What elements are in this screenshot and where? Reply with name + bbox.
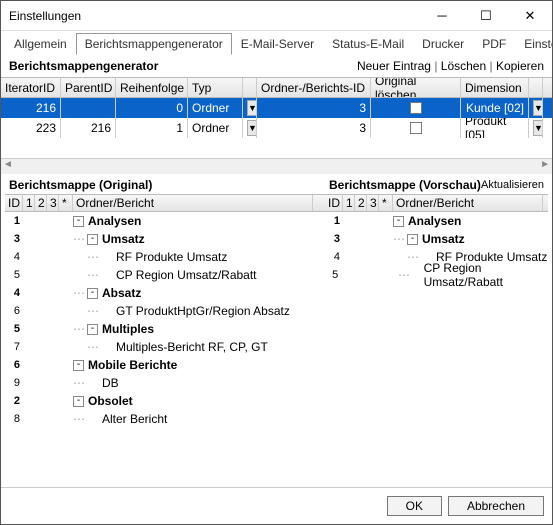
checkbox[interactable] [410,102,422,114]
expand-icon[interactable]: - [393,216,404,227]
tree-row[interactable]: 5 ⋯CP Region Umsatz/Rabatt [325,266,548,284]
grid-col-header[interactable]: Dimension [461,78,529,97]
tab-e-mail-server[interactable]: E-Mail-Server [232,33,323,55]
tree-item-label: RF Produkte Umsatz [116,250,227,264]
tree-item-label: Mobile Berichte [88,358,177,372]
tree-row[interactable]: 6-Mobile Berichte [5,356,325,374]
new-entry-link[interactable]: Neuer Eintrag [357,59,441,73]
tree-item-label: Alter Bericht [102,412,167,426]
tree-item-label: Multiples-Bericht RF, CP, GT [116,340,268,354]
tree-col-header[interactable]: 1 [23,195,35,211]
grid-col-header[interactable]: Typ [188,78,243,97]
minimize-button[interactable]: ─ [420,1,464,30]
tree-item-label: Analysen [408,214,461,228]
tree-item-label: Analysen [88,214,141,228]
tab-allgemein[interactable]: Allgemein [5,33,76,55]
tree-item-label: GT ProduktHptGr/Region Absatz [116,304,290,318]
grid-row[interactable]: 2160Ordner▼3Kunde [02]▼ [1,98,552,118]
expand-icon[interactable]: - [73,216,84,227]
tree-item-label: DB [102,376,119,390]
expand-icon[interactable]: - [87,324,98,335]
grid-col-header[interactable]: Ordner-/Berichts-ID [257,78,371,97]
tree-row[interactable]: 5 ⋯CP Region Umsatz/Rabatt [5,266,325,284]
ok-button[interactable]: OK [387,496,442,516]
tree-col-header[interactable]: Ordner/Bericht [393,195,543,211]
tree-row[interactable]: 4⋯-Absatz [5,284,325,302]
dropdown-icon[interactable]: ▼ [247,100,257,116]
tree-row[interactable]: 7 ⋯Multiples-Bericht RF, CP, GT [5,338,325,356]
tree-item-label: CP Region Umsatz/Rabatt [424,261,548,289]
tree-row[interactable]: 4 ⋯RF Produkte Umsatz [5,248,325,266]
tab-bar: AllgemeinBerichtsmappengeneratorE-Mail-S… [1,31,552,55]
expand-icon[interactable]: - [87,234,98,245]
tree-col-header[interactable]: 2 [35,195,47,211]
checkbox[interactable] [410,122,422,134]
tree-row[interactable]: 1-Analysen [325,212,548,230]
maximize-button[interactable]: ☐ [464,1,508,30]
tree-item-label: Obsolet [88,394,133,408]
copy-link[interactable]: Kopieren [496,59,544,73]
delete-link[interactable]: Löschen [441,59,496,73]
tree-col-header[interactable]: ID [5,195,23,211]
tree-row[interactable]: 6 ⋯GT ProduktHptGr/Region Absatz [5,302,325,320]
tree-col-header[interactable]: 2 [355,195,367,211]
grid-scrollbar[interactable] [1,158,552,174]
window-title: Einstellungen [9,9,420,23]
tree-col-header[interactable]: ID [325,195,343,211]
tree-col-header[interactable]: 1 [343,195,355,211]
tree-row[interactable]: 9⋯DB [5,374,325,392]
dropdown-icon[interactable]: ▼ [533,120,543,136]
tab-einstell[interactable]: Einstell [515,33,552,55]
tree-item-label: Umsatz [102,232,145,246]
grid-col-header[interactable]: Original löschen [371,78,461,97]
grid-col-header[interactable]: ParentID [61,78,116,97]
tree-row[interactable]: 8⋯Alter Bericht [5,410,325,428]
iterator-grid: IteratorIDParentIDReihenfolgeTyp Ordner-/… [1,77,552,174]
close-button[interactable]: ✕ [508,1,552,30]
tree-row[interactable]: 3⋯-Umsatz [325,230,548,248]
grid-col-header[interactable]: IteratorID [1,78,61,97]
tree-item-label: Absatz [102,286,141,300]
tree-col-header[interactable]: * [379,195,393,211]
tab-pdf[interactable]: PDF [473,33,515,55]
tab-status-e-mail[interactable]: Status-E-Mail [323,33,413,55]
original-tree[interactable]: 1-Analysen3⋯-Umsatz4 ⋯RF Produkte Umsatz… [5,212,325,487]
tree-col-header[interactable]: 3 [47,195,59,211]
tree-col-header[interactable]: * [59,195,73,211]
tree-col-header[interactable]: 3 [367,195,379,211]
tree-row[interactable]: 3⋯-Umsatz [5,230,325,248]
tree-row[interactable]: 1-Analysen [5,212,325,230]
tab-drucker[interactable]: Drucker [413,33,473,55]
tab-berichtsmappengenerator[interactable]: Berichtsmappengenerator [76,33,232,55]
refresh-link[interactable]: Aktualisieren [481,179,544,191]
grid-col-header[interactable] [529,78,543,97]
preview-pane-title: Berichtsmappe (Vorschau) [329,178,481,192]
tree-row[interactable]: 2-Obsolet [5,392,325,410]
tree-row[interactable]: 5⋯-Multiples [5,320,325,338]
expand-icon[interactable]: - [73,360,84,371]
expand-icon[interactable]: - [407,234,418,245]
tree-item-label: Multiples [102,322,154,336]
section-title: Berichtsmappengenerator [9,59,158,73]
preview-tree[interactable]: 1-Analysen3⋯-Umsatz4 ⋯RF Produkte Umsatz… [325,212,548,487]
dropdown-icon[interactable]: ▼ [533,100,543,116]
tree-item-label: CP Region Umsatz/Rabatt [116,268,257,282]
cancel-button[interactable]: Abbrechen [448,496,544,516]
grid-col-header[interactable] [243,78,257,97]
tree-item-label: Umsatz [422,232,465,246]
tree-col-header[interactable]: Ordner/Bericht [73,195,313,211]
dropdown-icon[interactable]: ▼ [247,120,257,136]
original-pane-title: Berichtsmappe (Original) [9,178,152,192]
grid-col-header[interactable]: Reihenfolge [116,78,188,97]
expand-icon[interactable]: - [87,288,98,299]
grid-row[interactable]: 2232161Ordner▼3Produkt [05]▼ [1,118,552,138]
expand-icon[interactable]: - [73,396,84,407]
